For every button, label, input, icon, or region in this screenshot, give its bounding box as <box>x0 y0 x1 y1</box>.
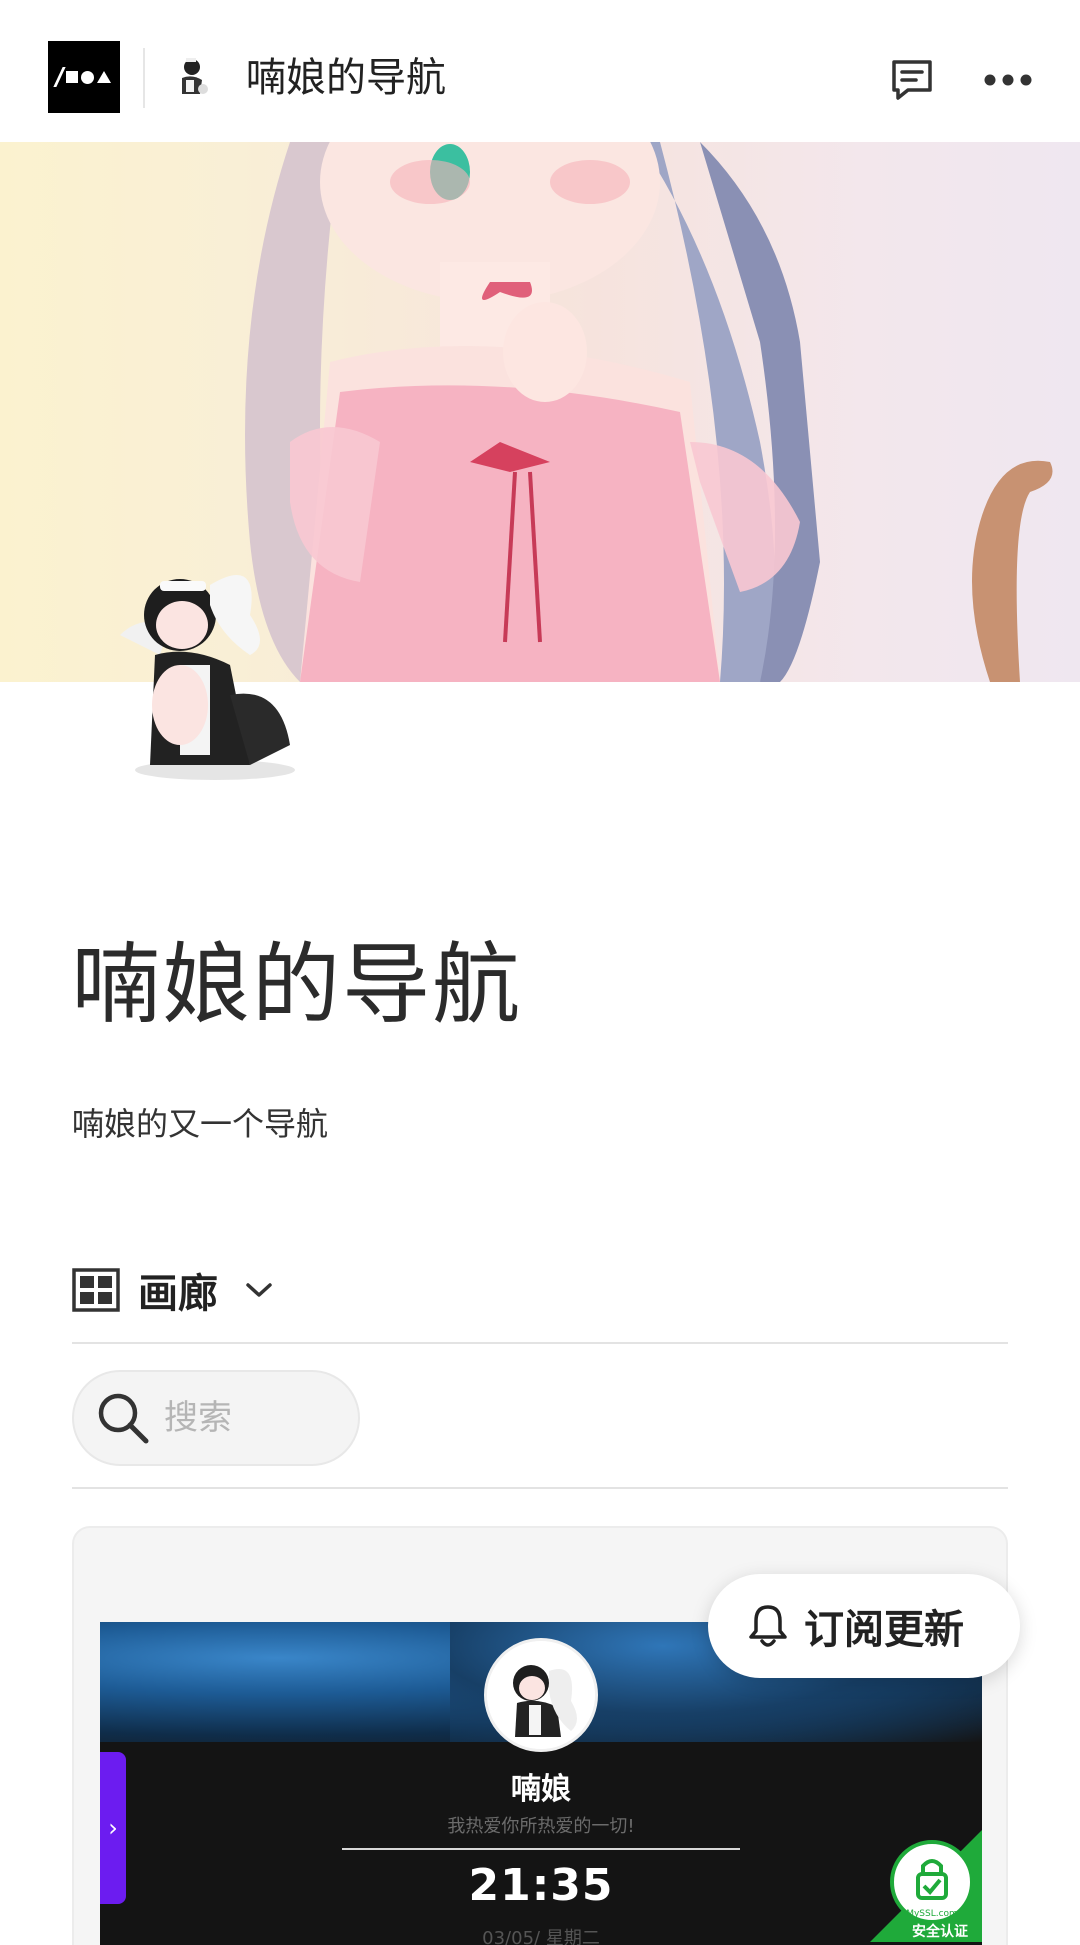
ssl-brand: MySSL.com <box>906 1909 958 1919</box>
more-dots-icon <box>984 74 1032 86</box>
page-title: 喃娘的导航 <box>72 933 523 1036</box>
gallery-grid-icon <box>72 1268 120 1312</box>
site-title[interactable]: 喃娘的导航 <box>246 50 446 106</box>
page-avatar-image <box>120 575 295 780</box>
site-avatar-icon[interactable] <box>170 54 214 98</box>
bell-icon <box>749 1605 787 1647</box>
view-label: 画廊 <box>138 1271 218 1317</box>
search-icon <box>98 1393 149 1444</box>
divider <box>72 1487 1008 1489</box>
header-divider <box>143 48 145 108</box>
search-box[interactable] <box>72 1370 360 1466</box>
notion-logo-icon[interactable] <box>48 41 120 113</box>
ssl-label: 安全认证 <box>912 1923 968 1940</box>
ssl-badge-icon[interactable]: MySSL.com 安全认证 <box>870 1830 982 1942</box>
preview-clock: 21:35 <box>468 1860 614 1911</box>
view-selector[interactable]: 画廊 <box>72 1260 274 1320</box>
preview-motto: 我热爱你所热爱的一切! <box>447 1816 635 1837</box>
preview-date: 03/05/ 星期二 <box>482 1928 600 1945</box>
comment-icon <box>892 60 932 100</box>
preview-side-tab: › <box>100 1752 126 1904</box>
more-options-button[interactable] <box>980 52 1036 108</box>
top-bar: 喃娘的导航 <box>0 0 1080 142</box>
page-description: 喃娘的又一个导航 <box>72 1105 329 1143</box>
divider <box>72 1342 1008 1344</box>
search-input[interactable] <box>164 1398 344 1438</box>
chevron-down-icon <box>246 1283 272 1297</box>
comments-button[interactable] <box>884 52 940 108</box>
chevron-right-icon: › <box>108 1814 118 1842</box>
subscribe-button[interactable]: 订阅更新 <box>708 1574 1020 1678</box>
preview-avatar <box>484 1638 598 1752</box>
preview-name: 喃娘 <box>511 1772 571 1807</box>
preview-divider <box>342 1848 740 1850</box>
subscribe-label: 订阅更新 <box>804 1607 964 1653</box>
page: 喃娘的导航 喃娘的导航 喃娘的又一个导航 画廊 搜索 喃娘 我热爱你所热爱的一切… <box>0 0 1080 1945</box>
